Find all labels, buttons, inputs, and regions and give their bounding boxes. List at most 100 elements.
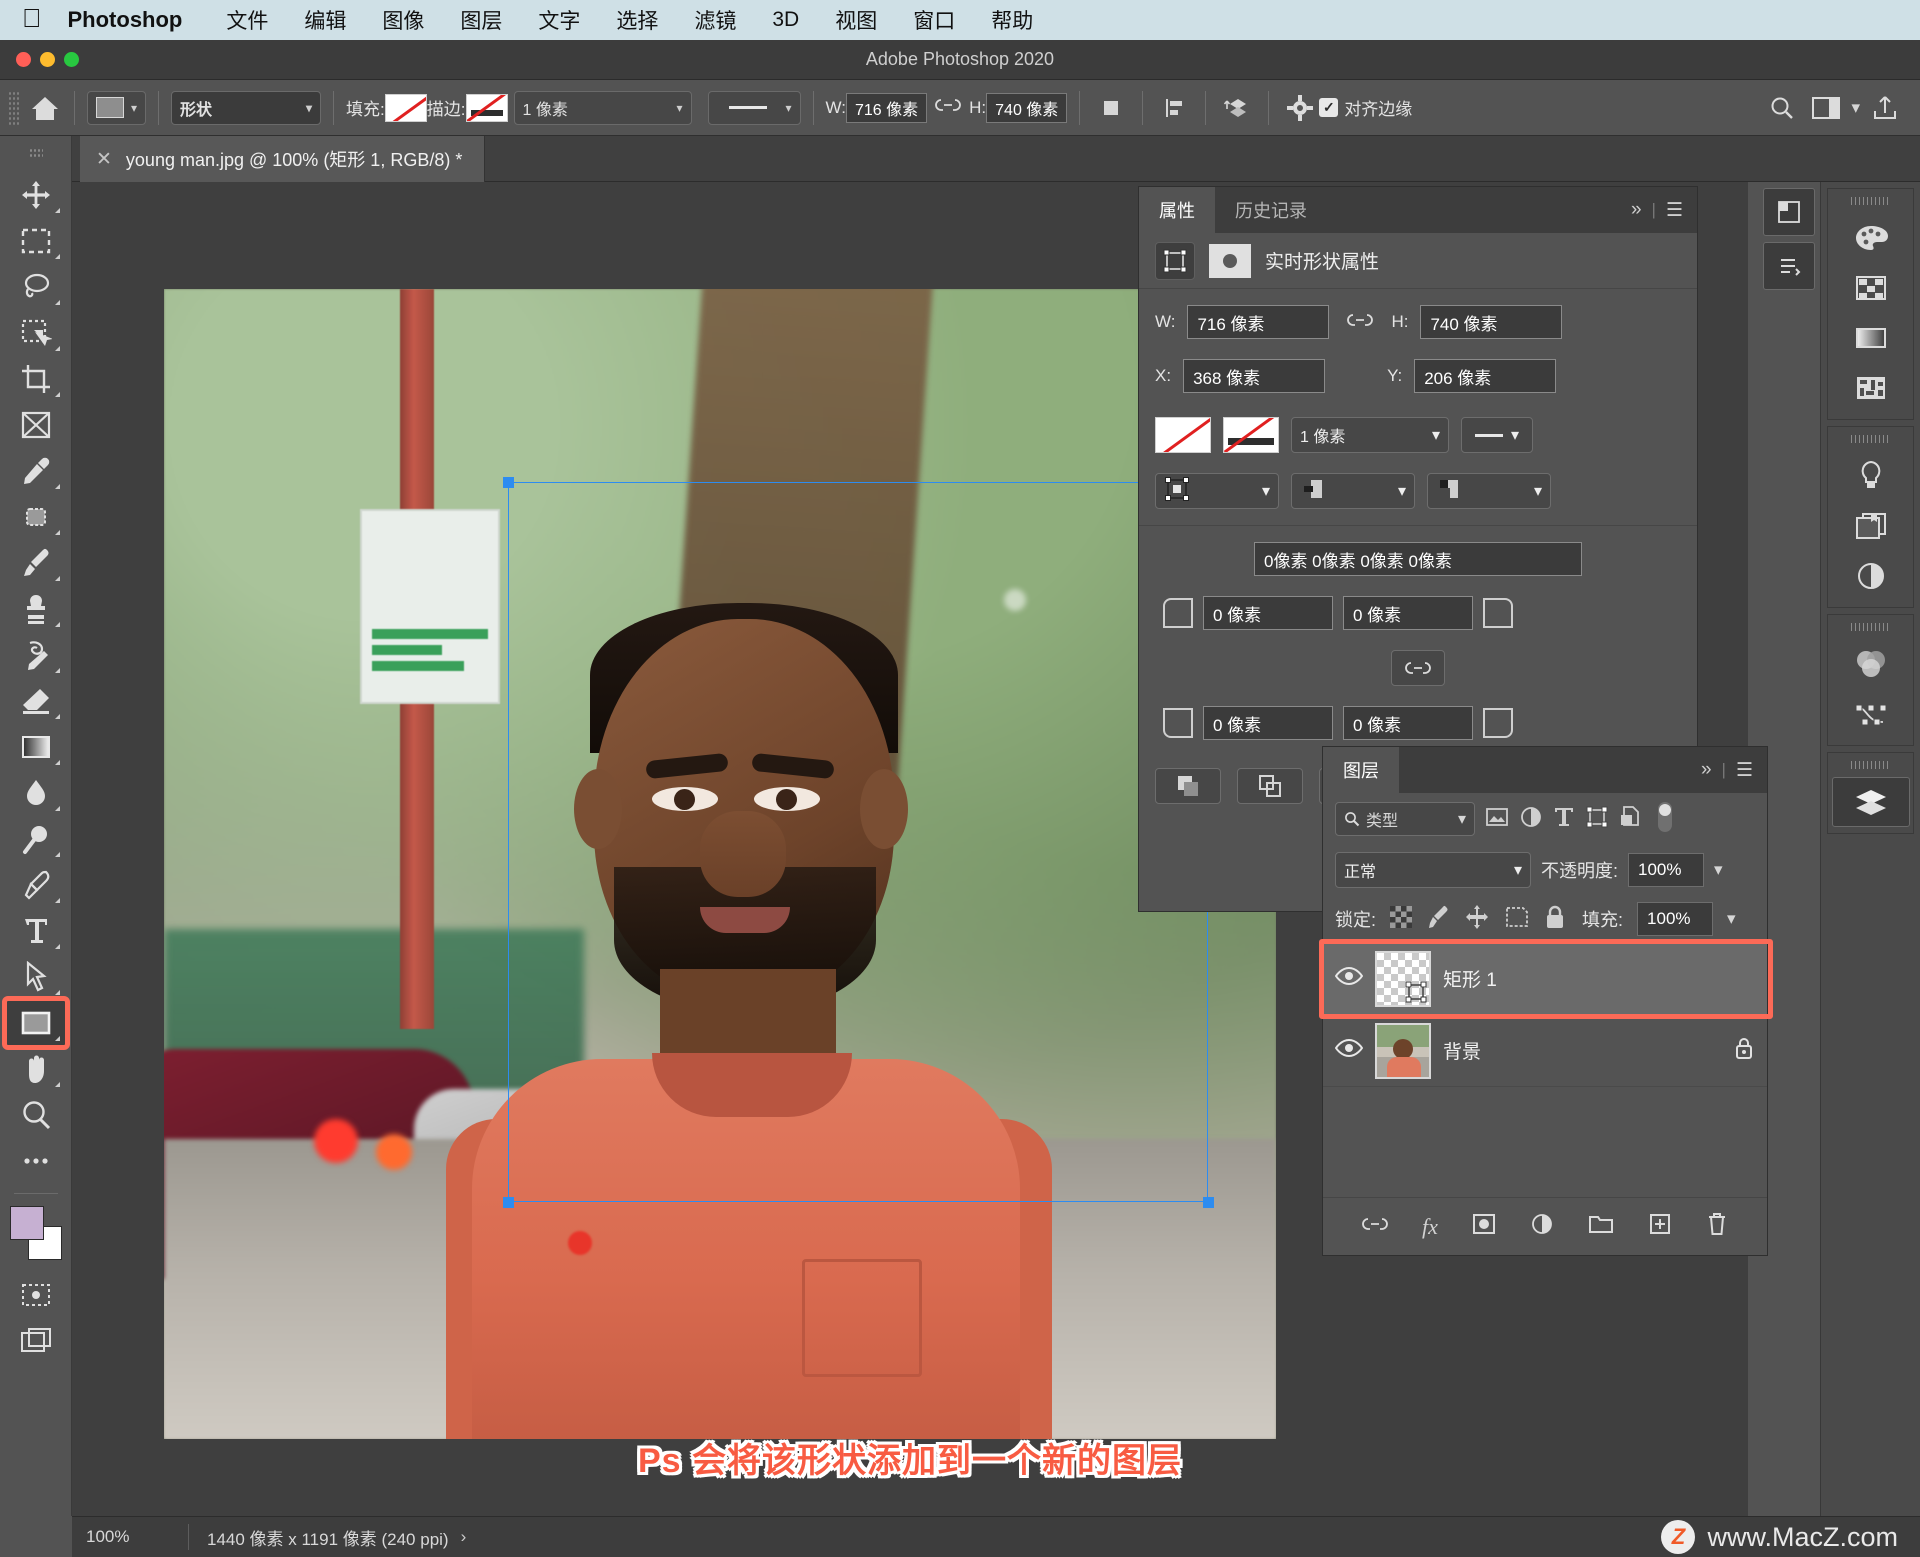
chevron-right-icon[interactable]: ›	[461, 1527, 467, 1547]
screen-mode-icon[interactable]	[6, 1318, 66, 1364]
history-brush-tool[interactable]	[6, 632, 66, 678]
lock-image-icon[interactable]	[1426, 905, 1450, 934]
close-icon[interactable]: ✕	[96, 148, 112, 171]
chevron-down-icon[interactable]: ▾	[1714, 860, 1723, 880]
pen-tool[interactable]	[6, 862, 66, 908]
chevron-down-icon[interactable]: ▾	[1727, 909, 1736, 929]
live-shape-icon[interactable]	[1155, 241, 1195, 280]
prop-stroke-swatch[interactable]	[1223, 417, 1279, 453]
menu-item-select[interactable]: 选择	[598, 5, 676, 35]
lock-icon[interactable]	[1733, 1035, 1755, 1066]
new-group-icon[interactable]	[1588, 1213, 1614, 1240]
blur-tool[interactable]	[6, 770, 66, 816]
gradient-tool[interactable]	[6, 724, 66, 770]
fill-swatch[interactable]	[384, 93, 427, 122]
tab-layers[interactable]: 图层	[1323, 747, 1399, 793]
stroke-cap-select[interactable]: ▾	[1291, 473, 1415, 509]
menu-item-file[interactable]: 文件	[208, 5, 286, 35]
more-tools[interactable]	[6, 1138, 66, 1184]
eraser-tool[interactable]	[6, 678, 66, 724]
quick-mask-icon[interactable]	[6, 1272, 66, 1318]
link-icon[interactable]	[1347, 312, 1374, 333]
shape-filter-icon[interactable]	[1585, 805, 1609, 834]
menu-item-filter[interactable]: 滤镜	[676, 5, 754, 35]
layer-filter-toggle[interactable]	[1653, 800, 1677, 839]
layer-thumbnail[interactable]	[1375, 1022, 1431, 1079]
brush-tool[interactable]	[6, 540, 66, 586]
shape-preset-picker[interactable]: ▾	[87, 90, 147, 125]
path-selection-tool[interactable]	[6, 954, 66, 1000]
adjustment-filter-icon[interactable]	[1519, 805, 1543, 834]
lock-artboard-icon[interactable]	[1504, 905, 1530, 934]
chevron-double-right-icon[interactable]: »	[1701, 759, 1712, 781]
zoom-level[interactable]: 100%	[86, 1527, 178, 1547]
layer-name[interactable]: 背景	[1443, 1037, 1481, 1064]
hand-tool[interactable]	[6, 1046, 66, 1092]
clone-stamp-tool[interactable]	[6, 586, 66, 632]
layer-style-icon[interactable]: fx	[1422, 1214, 1438, 1240]
smartobject-filter-icon[interactable]	[1619, 805, 1643, 834]
move-tool[interactable]	[6, 172, 66, 218]
layer-mask-icon[interactable]	[1472, 1213, 1496, 1240]
eye-icon[interactable]	[1334, 1038, 1364, 1063]
home-icon[interactable]	[28, 91, 62, 125]
adjustment-layer-icon[interactable]	[1530, 1212, 1554, 1241]
document-tab[interactable]: ✕ young man.jpg @ 100% (矩形 1, RGB/8) *	[80, 136, 486, 182]
prop-height-input[interactable]: 740 像素	[1420, 305, 1563, 339]
chevron-down-icon[interactable]: ▾	[1851, 98, 1860, 118]
layer-filter-select[interactable]: 类型 ▾	[1335, 802, 1475, 836]
workspace-icon[interactable]	[1807, 91, 1845, 125]
width-input[interactable]: 716 像素	[846, 92, 928, 123]
color-palette-icon[interactable]	[1843, 213, 1899, 263]
swatches-icon[interactable]	[1843, 263, 1899, 313]
path-operations-icon[interactable]	[1155, 768, 1221, 804]
lasso-tool[interactable]	[6, 264, 66, 310]
apple-icon[interactable]: 	[22, 5, 42, 35]
shape-handle-br[interactable]	[1203, 1197, 1214, 1208]
frame-tool[interactable]	[6, 402, 66, 448]
adjustments-icon[interactable]	[1843, 551, 1899, 601]
link-icon[interactable]	[935, 97, 961, 118]
crop-tool[interactable]	[6, 356, 66, 402]
patterns-icon[interactable]	[1843, 363, 1899, 413]
lock-transparency-icon[interactable]	[1390, 905, 1413, 933]
tool-mode-select[interactable]: 形状 ▾	[171, 90, 322, 125]
menu-item-image[interactable]: 图像	[364, 5, 442, 35]
blend-mode-select[interactable]: 正常 ▾	[1335, 852, 1531, 888]
foreground-color-swatch[interactable]	[9, 1206, 44, 1240]
gear-icon[interactable]	[1281, 91, 1319, 125]
path-align-icon[interactable]	[1155, 91, 1193, 125]
menu-item-help[interactable]: 帮助	[973, 5, 1051, 35]
prop-stroke-width-select[interactable]: 1 像素 ▾	[1291, 417, 1449, 453]
stroke-swatch[interactable]	[465, 93, 508, 122]
corner-tr-input[interactable]: 0 像素	[1343, 596, 1473, 630]
tab-history[interactable]: 历史记录	[1215, 187, 1327, 233]
height-input[interactable]: 740 像素	[986, 92, 1068, 123]
path-align-icon[interactable]	[1237, 768, 1303, 804]
panel-menu-icon[interactable]: ☰	[1736, 759, 1753, 782]
shape-selection-rect[interactable]	[508, 482, 1208, 1202]
prop-x-input[interactable]: 368 像素	[1183, 359, 1326, 393]
mask-icon[interactable]	[1209, 243, 1251, 278]
delete-layer-icon[interactable]	[1706, 1212, 1728, 1241]
dock-group-grip[interactable]	[1850, 761, 1891, 769]
menu-item-layer[interactable]: 图层	[442, 5, 520, 35]
link-layers-icon[interactable]	[1362, 1216, 1388, 1237]
menu-item-type[interactable]: 文字	[520, 5, 598, 35]
channels-icon[interactable]	[1843, 639, 1899, 689]
prop-width-input[interactable]: 716 像素	[1187, 305, 1330, 339]
shape-handle-bl[interactable]	[503, 1197, 514, 1208]
quick-selection-tool[interactable]	[6, 310, 66, 356]
stroke-width-select[interactable]: 1 像素 ▾	[513, 90, 692, 125]
corner-bl-input[interactable]: 0 像素	[1203, 706, 1333, 740]
type-tool[interactable]	[6, 908, 66, 954]
lock-position-icon[interactable]	[1464, 904, 1490, 935]
chevron-double-right-icon[interactable]: »	[1631, 199, 1642, 221]
align-edges-checkbox[interactable]: ✓	[1319, 98, 1339, 117]
learn-bulb-icon[interactable]	[1843, 451, 1899, 501]
rectangle-tool[interactable]	[1, 996, 70, 1050]
dodge-tool[interactable]	[6, 816, 66, 862]
healing-brush-tool[interactable]	[6, 494, 66, 540]
zoom-tool[interactable]	[6, 1092, 66, 1138]
share-icon[interactable]	[1866, 91, 1904, 125]
